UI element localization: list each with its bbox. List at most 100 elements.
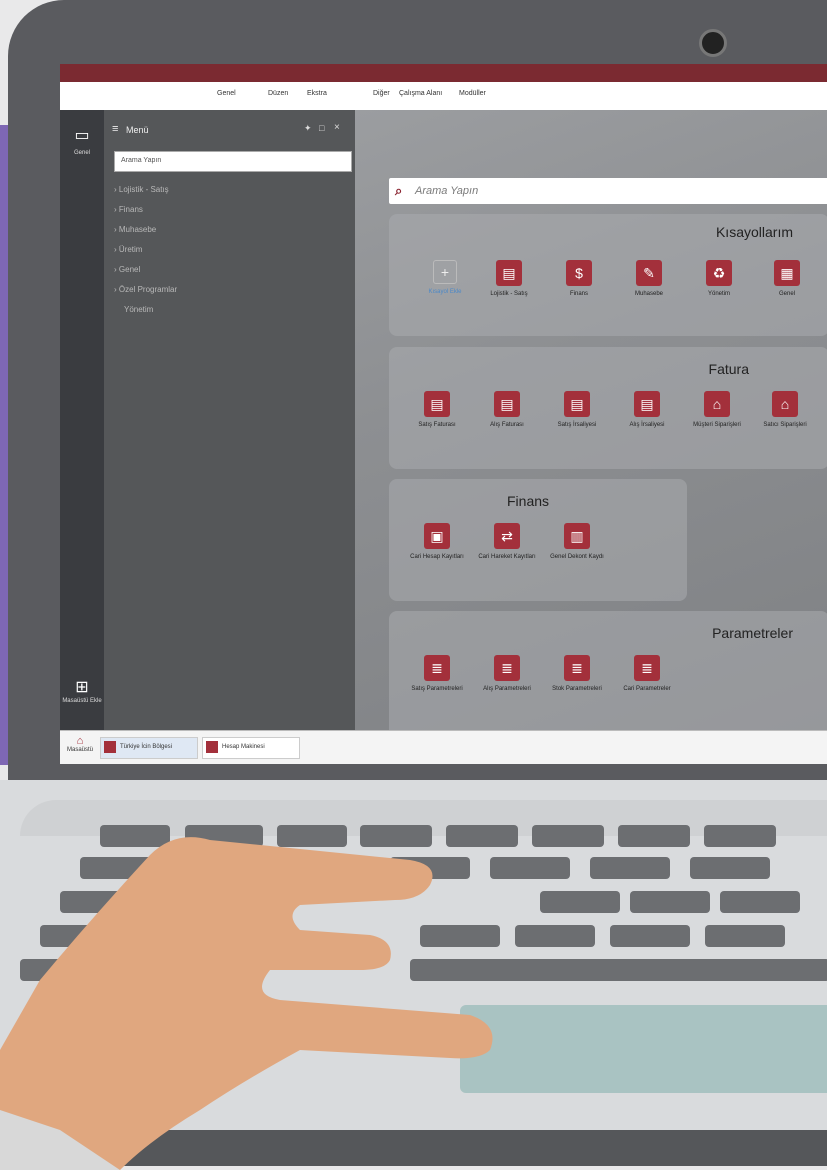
taskbar-home[interactable]: ⌂ Masaüstü [62, 735, 98, 753]
basket-icon: ⌂ [704, 391, 730, 417]
taskbar-item-hesap-makinesi[interactable]: Hesap Makinesi [202, 737, 300, 759]
transfer-icon: ⇄ [494, 523, 520, 549]
calculator-icon [206, 741, 218, 753]
recycle-icon: ♻ [706, 260, 732, 286]
group-title: Kısayollarım [715, 224, 793, 240]
tile-label: Alış İrsaliyesi [629, 422, 665, 428]
tile-label: Stok Parametreleri [552, 686, 602, 692]
tile-alis-irsaliyesi[interactable]: ▤ Alış İrsaliyesi [617, 391, 677, 429]
tile-cari-hesap-kayitlari[interactable]: ▣ Cari Hesap Kayıtları [407, 523, 467, 561]
settings-document-icon: ≣ [494, 655, 520, 681]
menu-item-genel[interactable]: › Genel [114, 265, 140, 274]
menu-item-lojistik-satis[interactable]: › Lojistik - Satış [114, 185, 169, 194]
group-fatura: Fatura ▤ Satış Faturası ▤ Alış Faturası … [389, 347, 827, 469]
cards-icon: ▣ [424, 523, 450, 549]
tile-label: Satıcı Siparişleri [763, 422, 807, 428]
tile-label: Cari Hareket Kayıtları [478, 554, 536, 560]
menu-panel-header: ≡ Menü ✦ □ × [104, 110, 355, 148]
menu-search-input[interactable]: Arama Yapın [114, 151, 352, 172]
menu-calisma-alani[interactable]: Çalışma Alanı [399, 90, 442, 97]
tile-alis-parametreleri[interactable]: ≣ Alış Parametreleri [477, 655, 537, 693]
menu-genel[interactable]: Genel [217, 90, 236, 97]
menu-moduller[interactable]: Modüller [459, 90, 486, 97]
tile-label: Müşteri Siparişleri [693, 422, 741, 428]
tile-cari-hareket-kayitlari[interactable]: ⇄ Cari Hareket Kayıtları [477, 523, 537, 561]
title-bar [60, 64, 827, 82]
tile-label: Genel Dekont Kaydı [550, 554, 604, 560]
tile-satis-parametreleri[interactable]: ≣ Satış Parametreleri [407, 655, 467, 693]
settings-document-icon: ≣ [634, 655, 660, 681]
menu-item-ozel-programlar[interactable]: › Özel Programlar [114, 285, 177, 294]
tile-label: Alış Faturası [490, 422, 524, 428]
key [630, 891, 710, 913]
key [720, 891, 800, 913]
tile-genel-dekont-kaydi[interactable]: ▥ Genel Dekont Kaydı [547, 523, 607, 561]
tile-satis-faturasi[interactable]: ▤ Satış Faturası [407, 391, 467, 429]
menu-item-uretim[interactable]: › Üretim [114, 245, 142, 254]
tile-label: Yönetim [707, 291, 730, 297]
tile-label: Finans [569, 291, 588, 297]
dollar-icon: $ [566, 260, 592, 286]
settings-document-icon: ≣ [564, 655, 590, 681]
tile-stok-parametreleri[interactable]: ≣ Stok Parametreleri [547, 655, 607, 693]
workspace: ⌕ Arama Yapın Kısayollarım + Kısayol Ekl… [355, 110, 827, 741]
basket-icon: ⌂ [772, 391, 798, 417]
menu-item-muhasebe[interactable]: › Muhasebe [114, 225, 156, 234]
key [610, 925, 690, 947]
tile-satis-irsaliyesi[interactable]: ▤ Satış İrsaliyesi [547, 391, 607, 429]
settings-document-icon: ≣ [424, 655, 450, 681]
menu-item-label: Muhasebe [118, 225, 157, 234]
app-icon [104, 741, 116, 753]
menu-diger[interactable]: Diğer [373, 90, 390, 97]
tile-musteri-siparisleri[interactable]: ⌂ Müşteri Siparişleri [687, 391, 747, 429]
tile-label: Lojistik - Satış [490, 291, 528, 297]
tile-alis-faturasi[interactable]: ▤ Alış Faturası [477, 391, 537, 429]
tile-label: Cari Parametreler [623, 686, 671, 692]
hand-illustration [0, 837, 493, 1170]
add-shortcut-tile[interactable]: + Kısayol Ekle [415, 260, 475, 296]
group-finans: Finans ▣ Cari Hesap Kayıtları ⇄ Cari Har… [389, 479, 687, 601]
menu-item-label: Finans [118, 205, 143, 214]
search-icon: ⌕ [395, 183, 403, 198]
tile-label: Satış İrsaliyesi [557, 422, 597, 428]
taskbar-item-bolge[interactable]: Türkiye İcin Bölgesi [100, 737, 198, 759]
key [618, 825, 690, 847]
tile-muhasebe[interactable]: ✎ Muhasebe [619, 260, 679, 298]
tile-satici-siparisleri[interactable]: ⌂ Satıcı Siparişleri [755, 391, 815, 429]
add-desktop-icon[interactable]: ⊞ [72, 680, 92, 696]
maximize-icon[interactable]: □ [319, 123, 324, 133]
menu-item-label: Üretim [118, 245, 143, 254]
ledger-icon: ▥ [564, 523, 590, 549]
menu-item-label: Genel [118, 265, 141, 274]
key [690, 857, 770, 879]
tile-label: Genel [778, 291, 795, 297]
tile-cari-parametreler[interactable]: ≣ Cari Parametreler [617, 655, 677, 693]
hamburger-icon[interactable]: ≡ [112, 123, 118, 135]
group-title: Parametreler [712, 625, 793, 641]
menu-item-yonetim[interactable]: Yönetim [124, 305, 153, 314]
edit-document-icon: ✎ [636, 260, 662, 286]
plus-icon: + [433, 260, 457, 284]
close-icon[interactable]: × [334, 122, 340, 133]
tile-genel[interactable]: ▦ Genel [757, 260, 817, 298]
tile-lojistik-satis[interactable]: ▤ Lojistik - Satış [479, 260, 539, 298]
monitor-icon[interactable]: ▭ [72, 128, 92, 144]
key [590, 857, 670, 879]
menu-search-placeholder: Arama Yapın [121, 157, 162, 164]
menu-duzen[interactable]: Düzen [268, 90, 288, 97]
menu-item-finans[interactable]: › Finans [114, 205, 143, 214]
tile-yonetim[interactable]: ♻ Yönetim [689, 260, 749, 298]
main-search-input[interactable]: ⌕ Arama Yapın [389, 178, 827, 204]
group-parametreler: Parametreler ≣ Satış Parametreleri ≣ Alı… [389, 611, 827, 741]
main-search-placeholder: Arama Yapın [415, 185, 479, 197]
waybill-in-icon: ▤ [634, 391, 660, 417]
rail-label-masaustu-ekle: Masaüstü Ekle [62, 698, 102, 704]
group-title: Fatura [708, 361, 749, 377]
tile-finans[interactable]: $ Finans [549, 260, 609, 298]
pin-icon[interactable]: ✦ [304, 123, 312, 134]
waybill-out-icon: ▤ [564, 391, 590, 417]
rail-label-genel: Genel [73, 150, 90, 156]
tile-label: Alış Parametreleri [483, 686, 531, 692]
menu-ekstra[interactable]: Ekstra [307, 90, 327, 97]
left-rail: ▭ Genel ⊞ Masaüstü Ekle [60, 110, 104, 730]
